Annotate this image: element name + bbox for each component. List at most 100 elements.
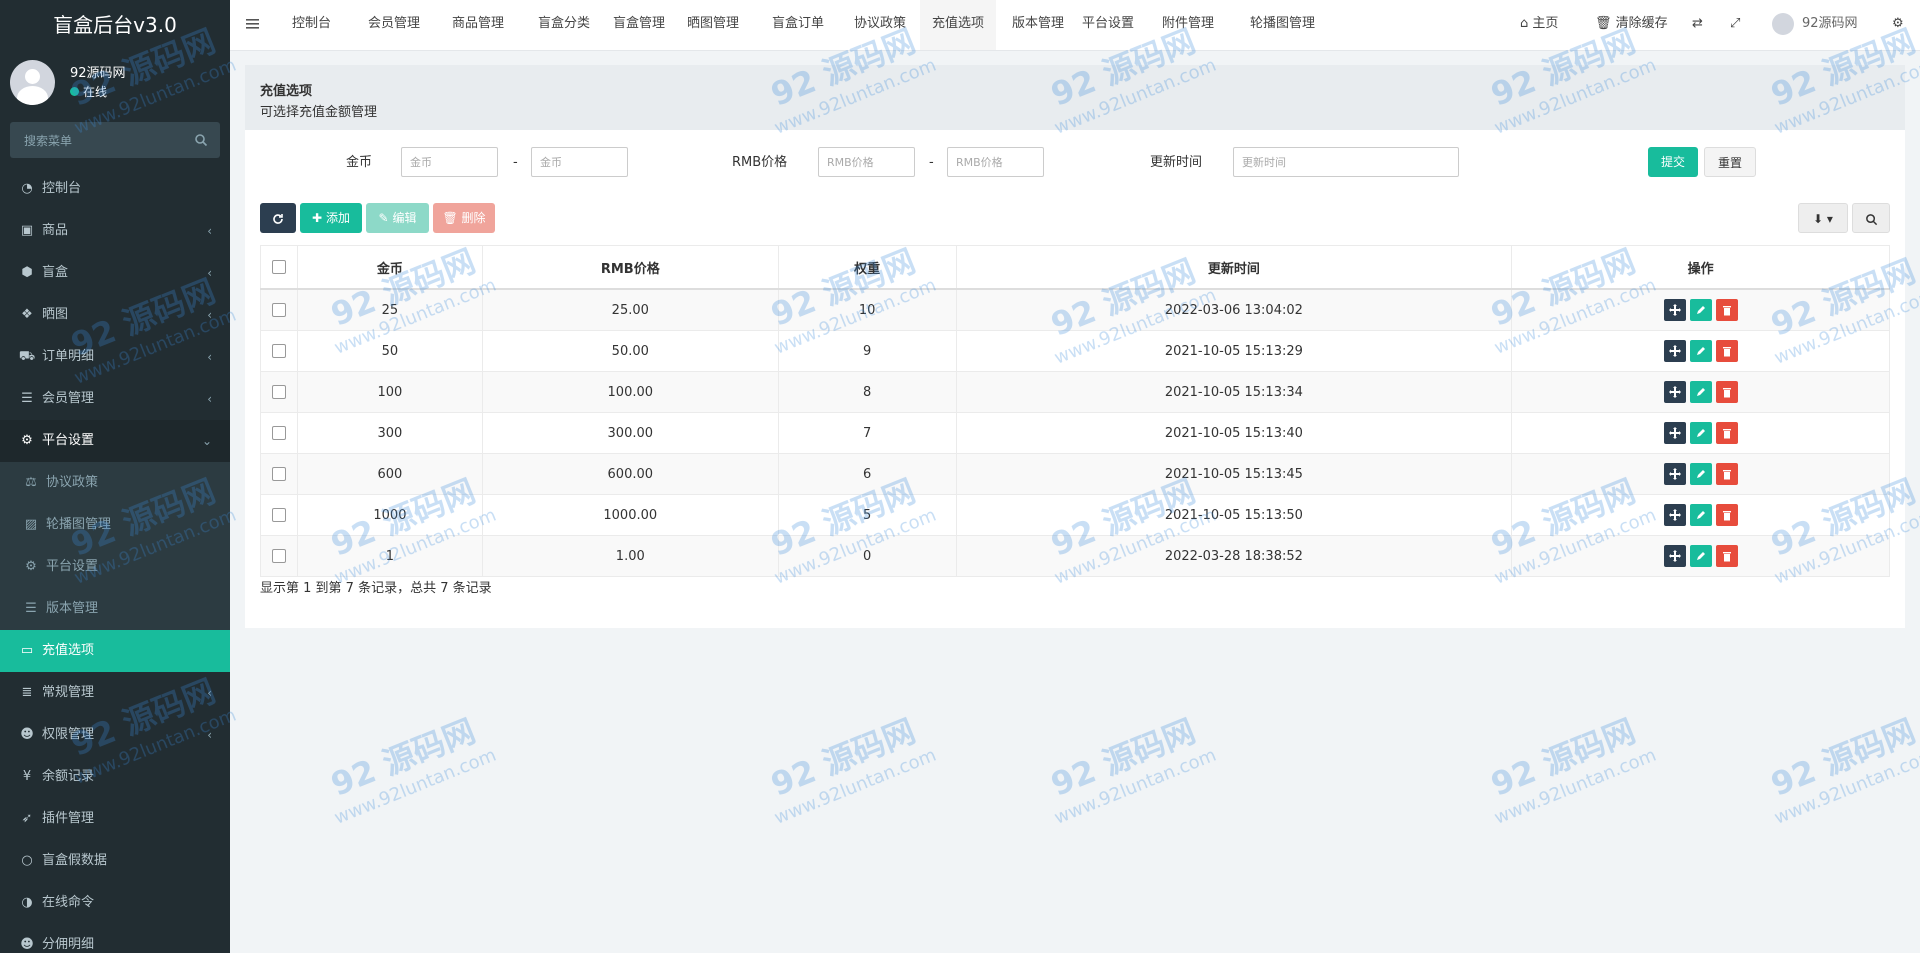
- select-all-checkbox[interactable]: [271, 260, 286, 274]
- table-row[interactable]: 300 300.00 7 2021-10-05 15:13:40: [260, 412, 1890, 454]
- rmb-label: RMB价格: [732, 155, 788, 170]
- top-tab[interactable]: 附件管理: [1150, 0, 1226, 50]
- delete-trash-icon[interactable]: [1715, 299, 1738, 321]
- top-tab[interactable]: 盲盒分类: [526, 0, 602, 50]
- drag-move-icon[interactable]: [1663, 381, 1686, 403]
- row-checkbox[interactable]: [271, 344, 286, 358]
- reset-button[interactable]: 重置: [1704, 147, 1756, 177]
- delete-trash-icon[interactable]: [1715, 504, 1738, 526]
- sidebar-item[interactable]: ⚖ 协议政策: [0, 462, 230, 504]
- delete-button[interactable]: 🗑 删除: [433, 203, 495, 233]
- coins-min-input[interactable]: [401, 147, 498, 177]
- add-button[interactable]: ✚ 添加: [300, 203, 362, 233]
- sidebar-item[interactable]: ⚙ 平台设置 ⌄: [0, 420, 230, 462]
- coins-max-input[interactable]: [531, 147, 628, 177]
- delete-trash-icon[interactable]: [1715, 340, 1738, 362]
- column-header[interactable]: 金币: [296, 245, 483, 290]
- table-row[interactable]: 1000 1000.00 5 2021-10-05 15:13:50: [260, 494, 1890, 536]
- sidebar-item[interactable]: ➶ 插件管理: [0, 798, 230, 840]
- edit-pencil-icon[interactable]: [1689, 299, 1712, 321]
- drag-move-icon[interactable]: [1663, 504, 1686, 526]
- delete-trash-icon[interactable]: [1715, 545, 1738, 567]
- sidebar-item[interactable]: ☰ 版本管理: [0, 588, 230, 630]
- delete-trash-icon[interactable]: [1715, 381, 1738, 403]
- clear-cache-link[interactable]: 🗑 清除缓存: [1595, 0, 1668, 50]
- top-tab[interactable]: 充值选项: [920, 0, 997, 50]
- delete-trash-icon[interactable]: [1715, 463, 1738, 485]
- sidebar-item[interactable]: ⚙ 平台设置: [0, 546, 230, 588]
- drag-move-icon[interactable]: [1663, 299, 1686, 321]
- top-tab[interactable]: 平台设置: [1070, 0, 1146, 50]
- row-checkbox[interactable]: [271, 549, 286, 563]
- edit-pencil-icon[interactable]: [1689, 463, 1712, 485]
- home-link[interactable]: ⌂ 主页: [1520, 0, 1558, 50]
- search-toggle-button[interactable]: [1852, 203, 1890, 233]
- top-tab[interactable]: 晒图管理: [675, 0, 751, 50]
- edit-pencil-icon[interactable]: [1689, 381, 1712, 403]
- app-logo[interactable]: 盲盒后台v3.0: [0, 0, 230, 50]
- top-tab[interactable]: 控制台: [280, 0, 343, 50]
- top-tab[interactable]: 盲盒订单: [760, 0, 836, 50]
- translate-icon[interactable]: ⇄: [1692, 0, 1703, 50]
- sidebar-item[interactable]: ≣ 常规管理 ‹: [0, 672, 230, 714]
- delete-trash-icon[interactable]: [1715, 422, 1738, 444]
- drag-move-icon[interactable]: [1663, 340, 1686, 362]
- row-checkbox[interactable]: [271, 426, 286, 440]
- pencil-icon: ✎: [378, 211, 389, 225]
- top-tab[interactable]: 盲盒管理: [601, 0, 677, 50]
- table-row[interactable]: 50 50.00 9 2021-10-05 15:13:29: [260, 330, 1890, 372]
- table-row[interactable]: 100 100.00 8 2021-10-05 15:13:34: [260, 371, 1890, 413]
- sidebar-item[interactable]: ☻ 分佣明细: [0, 924, 230, 953]
- sidebar-item[interactable]: ⛟ 订单明细 ‹: [0, 336, 230, 378]
- drag-move-icon[interactable]: [1663, 545, 1686, 567]
- sidebar-item[interactable]: ▨ 轮播图管理: [0, 504, 230, 546]
- sidebar-item[interactable]: ¥ 余额记录: [0, 756, 230, 798]
- sidebar-item[interactable]: ◔ 控制台: [0, 168, 230, 210]
- row-checkbox[interactable]: [271, 508, 286, 522]
- rmb-min-input[interactable]: [818, 147, 915, 177]
- sidebar-item[interactable]: ☻ 权限管理 ‹: [0, 714, 230, 756]
- table-cell: 1.00: [481, 535, 779, 577]
- row-checkbox[interactable]: [271, 467, 286, 481]
- fullscreen-icon[interactable]: ⤢: [1730, 0, 1740, 50]
- edit-pencil-icon[interactable]: [1689, 545, 1712, 567]
- edit-pencil-icon[interactable]: [1689, 504, 1712, 526]
- refresh-button[interactable]: [260, 203, 296, 233]
- sidebar-item[interactable]: ❖ 晒图 ‹: [0, 294, 230, 336]
- search-icon[interactable]: [194, 133, 208, 147]
- rmb-max-input[interactable]: [947, 147, 1044, 177]
- edit-pencil-icon[interactable]: [1689, 340, 1712, 362]
- column-header[interactable]: RMB价格: [481, 245, 779, 290]
- sidebar-item[interactable]: ○ 盲盒假数据: [0, 840, 230, 882]
- settings-gear-icon[interactable]: ⚙: [1892, 0, 1904, 50]
- edit-pencil-icon[interactable]: [1689, 422, 1712, 444]
- top-tab[interactable]: 版本管理: [1000, 0, 1076, 50]
- update-time-input[interactable]: [1233, 147, 1459, 177]
- top-tab[interactable]: 商品管理: [440, 0, 516, 50]
- top-tab[interactable]: 会员管理: [356, 0, 432, 50]
- top-tab[interactable]: 协议政策: [842, 0, 918, 50]
- top-tab[interactable]: 轮播图管理: [1238, 0, 1327, 50]
- column-header[interactable]: 权重: [777, 245, 957, 290]
- drag-move-icon[interactable]: [1663, 463, 1686, 485]
- edit-button[interactable]: ✎ 编辑: [366, 203, 429, 233]
- menu-toggle-icon[interactable]: [246, 0, 260, 50]
- sidebar-item[interactable]: ◑ 在线命令: [0, 882, 230, 924]
- sidebar-item[interactable]: ☰ 会员管理 ‹: [0, 378, 230, 420]
- pagination-summary: 显示第 1 到第 7 条记录，总共 7 条记录: [260, 581, 492, 596]
- export-button[interactable]: ⬇ ▾: [1798, 203, 1848, 233]
- list-icon: ☰: [21, 391, 33, 406]
- row-checkbox[interactable]: [271, 303, 286, 317]
- row-checkbox[interactable]: [271, 385, 286, 399]
- table-row[interactable]: 1 1.00 0 2022-03-28 18:38:52: [260, 535, 1890, 577]
- table-row[interactable]: 25 25.00 10 2022-03-06 13:04:02: [260, 288, 1890, 331]
- sidebar-item[interactable]: ▭ 充值选项: [0, 630, 230, 672]
- menu-search-input[interactable]: [10, 122, 196, 160]
- table-row[interactable]: 600 600.00 6 2021-10-05 15:13:45: [260, 453, 1890, 495]
- sidebar-item[interactable]: ⬢ 盲盒 ‹: [0, 252, 230, 294]
- user-menu[interactable]: 92源码网: [1772, 0, 1858, 50]
- drag-move-icon[interactable]: [1663, 422, 1686, 444]
- sidebar-item[interactable]: ▣ 商品 ‹: [0, 210, 230, 252]
- submit-button[interactable]: 提交: [1648, 147, 1698, 177]
- column-header[interactable]: 更新时间: [955, 245, 1513, 290]
